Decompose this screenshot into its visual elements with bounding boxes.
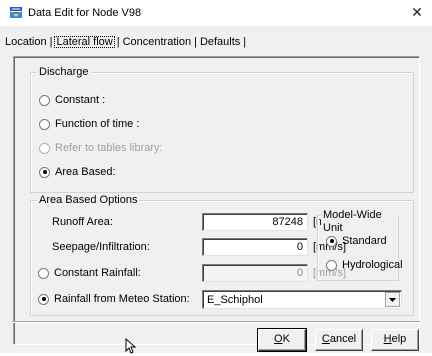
window-title: Data Edit for Node V98 xyxy=(28,7,142,19)
discharge-tables-library-option: Refer to tables library: xyxy=(39,141,163,155)
help-button[interactable]: Help xyxy=(371,329,419,351)
chevron-down-icon[interactable] xyxy=(385,292,400,307)
ok-button[interactable]: OK xyxy=(257,328,307,352)
radio-button[interactable] xyxy=(38,267,49,279)
constant-rainfall-option[interactable]: Constant Rainfall: xyxy=(38,266,141,280)
discharge-constant-option[interactable]: Constant : xyxy=(39,93,105,107)
help-label-rest: elp xyxy=(391,333,407,345)
meteo-station-selected: E_Schiphol xyxy=(207,294,263,306)
ok-accelerator: O xyxy=(274,333,283,345)
constant-rainfall-label: Constant Rainfall: xyxy=(54,267,141,279)
radio-button[interactable] xyxy=(39,166,50,178)
mouse-pointer-icon xyxy=(125,338,137,354)
radio-button[interactable] xyxy=(38,293,49,305)
tab-concentration[interactable]: Concentration xyxy=(122,36,193,48)
cancel-accelerator: C xyxy=(321,333,330,345)
unit-hydrological-option[interactable]: Hydrological xyxy=(326,258,403,272)
radio-button[interactable] xyxy=(326,259,337,271)
tab-separator: | xyxy=(49,36,53,48)
radio-button[interactable] xyxy=(39,94,50,106)
unit-standard-label: Standard xyxy=(342,235,387,247)
discharge-area-based-option[interactable]: Area Based: xyxy=(39,165,116,179)
unit-hydrological-label: Hydrological xyxy=(342,259,403,271)
close-icon[interactable]: ✕ xyxy=(408,3,426,21)
seepage-input[interactable]: 0 xyxy=(202,238,308,256)
radio-button[interactable] xyxy=(39,118,50,130)
discharge-area-based-label: Area Based: xyxy=(55,166,116,178)
app-icon xyxy=(9,5,23,19)
area-based-options-title: Area Based Options xyxy=(37,194,140,207)
runoff-area-label: Runoff Area: xyxy=(52,216,113,228)
radio-button xyxy=(39,142,50,154)
discharge-tables-library-label: Refer to tables library: xyxy=(55,142,163,154)
tab-lateral-flow[interactable]: Lateral flow xyxy=(54,36,115,48)
tab-separator: | xyxy=(116,36,120,48)
constant-rainfall-input: 0 xyxy=(202,264,308,282)
button-bar-divider xyxy=(12,321,420,323)
discharge-group-title: Discharge xyxy=(37,66,91,79)
meteo-station-dropdown[interactable]: E_Schiphol xyxy=(202,290,402,309)
tab-location[interactable]: Location xyxy=(4,36,48,48)
meteo-station-label: Rainfall from Meteo Station: xyxy=(54,293,190,305)
cancel-label-rest: ancel xyxy=(329,333,357,345)
dialog-client: Location | Lateral flow | Concentration … xyxy=(0,26,432,353)
seepage-label: Seepage/Infiltration: xyxy=(52,241,150,253)
ok-label-rest: K xyxy=(282,333,290,345)
meteo-station-option[interactable]: Rainfall from Meteo Station: xyxy=(38,292,190,306)
discharge-group: Discharge Constant : Function of time : … xyxy=(30,66,414,193)
unit-standard-option[interactable]: Standard xyxy=(326,234,387,248)
tab-defaults[interactable]: Defaults xyxy=(199,36,241,48)
title-bar: Data Edit for Node V98 ✕ xyxy=(0,0,432,26)
radio-button[interactable] xyxy=(326,235,337,247)
model-wide-unit-title: Model-Wide Unit xyxy=(321,209,398,235)
discharge-constant-label: Constant : xyxy=(55,94,106,106)
discharge-function-of-time-option[interactable]: Function of time : xyxy=(39,117,139,131)
discharge-function-of-time-label: Function of time : xyxy=(55,118,140,130)
help-accelerator: H xyxy=(383,333,392,345)
tab-strip: Location | Lateral flow | Concentration … xyxy=(4,34,246,50)
runoff-area-input[interactable]: 87248 xyxy=(202,213,308,231)
tab-separator: | xyxy=(194,36,197,48)
model-wide-unit-group: Model-Wide Unit Standard Hydrological xyxy=(317,209,403,281)
tab-separator: | xyxy=(243,36,247,48)
cancel-button[interactable]: Cancel xyxy=(315,329,363,351)
